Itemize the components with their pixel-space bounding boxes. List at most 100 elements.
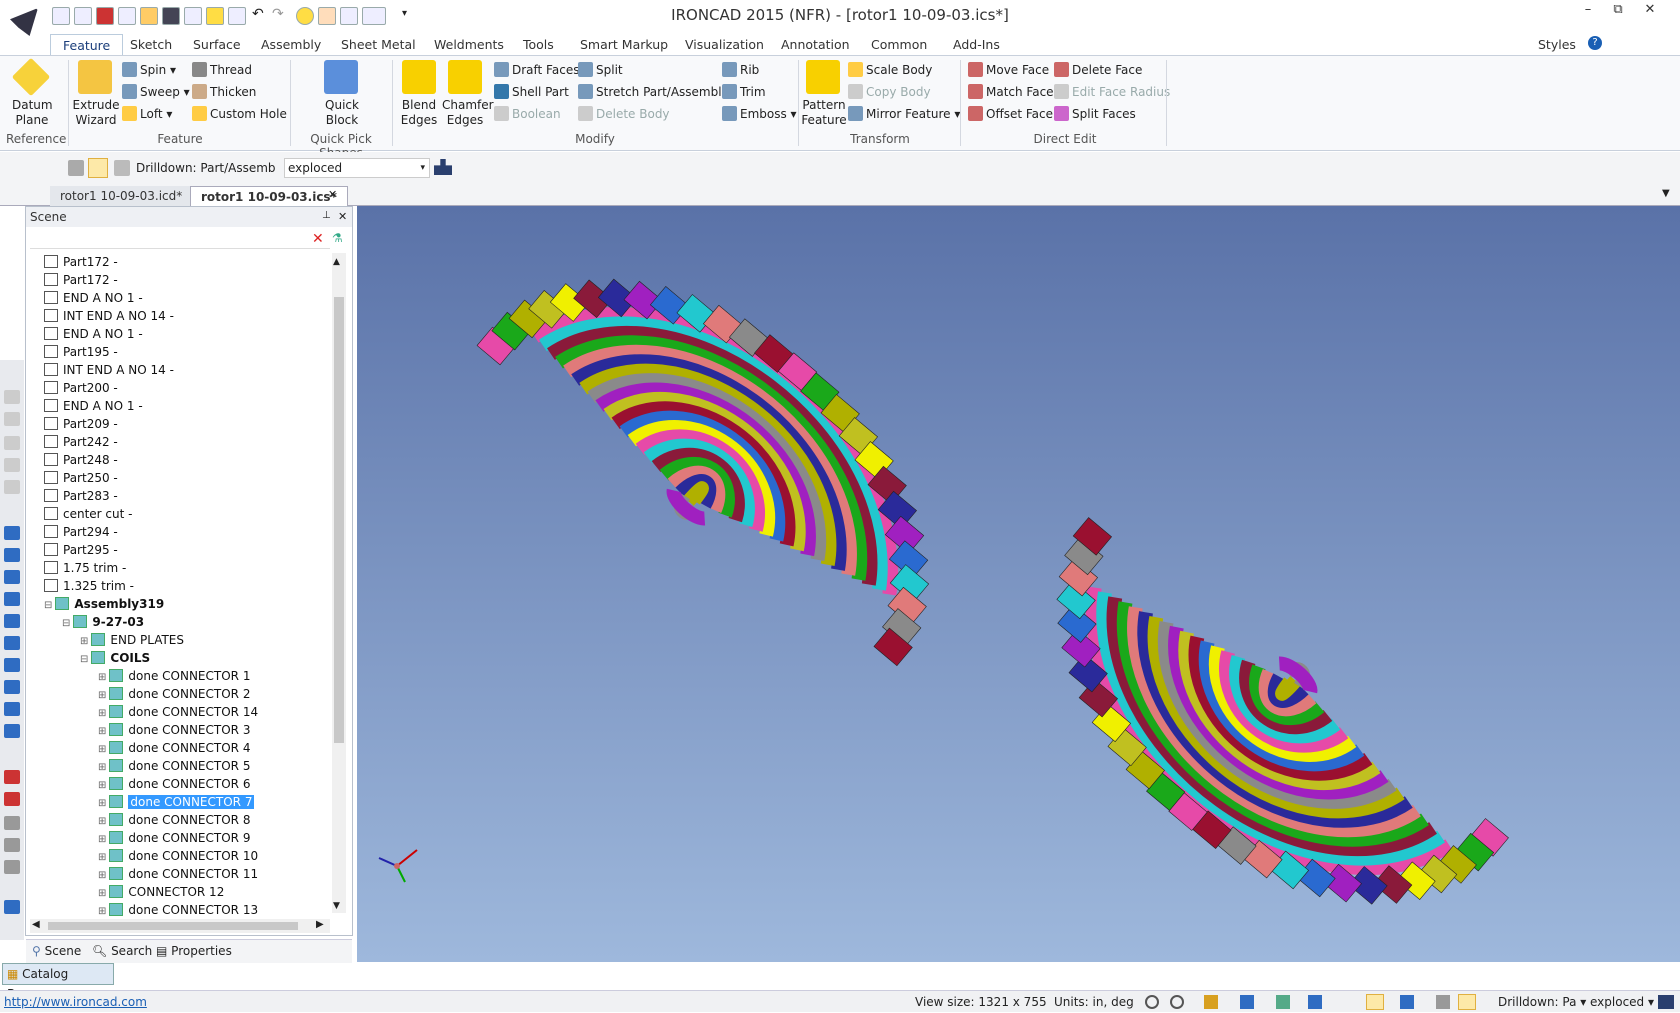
doc-tab-icd[interactable]: rotor1 10-09-03.icd*	[50, 186, 193, 206]
tree-item[interactable]: ⊞ done CONNECTOR 7	[98, 793, 255, 811]
boolean-button[interactable]: Boolean	[494, 106, 561, 122]
tool-icon[interactable]	[4, 480, 20, 494]
tool-icon[interactable]	[4, 458, 20, 472]
doc-tab-ics[interactable]: rotor1 10-09-03.ics*	[190, 186, 348, 206]
tree-hscrollbar[interactable]: ◀ ▶	[30, 919, 330, 933]
close-button[interactable]: ✕	[1636, 2, 1664, 20]
tree-item[interactable]: Part248 -	[44, 451, 118, 469]
pan-icon[interactable]	[68, 160, 84, 176]
expand-icon[interactable]: ⊞	[80, 636, 88, 647]
stretch-button[interactable]: Stretch Part/Assembly	[578, 84, 729, 100]
pan-icon[interactable]	[1436, 995, 1450, 1009]
rib-button[interactable]: Rib	[722, 62, 759, 78]
tree-item[interactable]: ⊞ done CONNECTOR 3	[98, 721, 250, 739]
tree-item[interactable]: ⊞ done CONNECTOR 9	[98, 829, 250, 847]
tree-item[interactable]: ⊞ done CONNECTOR 11	[98, 865, 258, 883]
scale-body-button[interactable]: Scale Body	[848, 62, 932, 78]
scroll-down-icon[interactable]: ▼	[333, 901, 340, 911]
render-icon[interactable]	[1308, 995, 1322, 1009]
shell-part-button[interactable]: Shell Part	[494, 84, 569, 100]
tree-item[interactable]: Part295 -	[44, 541, 118, 559]
select-arrow-icon[interactable]	[1458, 994, 1476, 1010]
view-icon[interactable]	[4, 526, 20, 540]
expand-icon[interactable]: ⊟	[44, 600, 52, 611]
blend-edges-button[interactable]: Blend Edges	[398, 98, 440, 128]
section-icon[interactable]	[1400, 995, 1414, 1009]
tree-item[interactable]: ⊞ done CONNECTOR 5	[98, 757, 250, 775]
tree-item[interactable]: INT END A NO 14 -	[44, 307, 174, 325]
view-icon[interactable]	[4, 592, 20, 606]
trim-button[interactable]: Trim	[722, 84, 766, 100]
tool-icon[interactable]	[4, 412, 20, 426]
view-icon[interactable]	[4, 724, 20, 738]
draft-faces-button[interactable]: Draft Faces	[494, 62, 579, 78]
tab-weldments[interactable]: Weldments	[434, 34, 504, 56]
expand-icon[interactable]: ⊞	[98, 726, 106, 737]
3d-viewport[interactable]	[357, 206, 1680, 962]
tab-scene[interactable]: ⚲ Scene	[32, 944, 81, 958]
chamfer-edges-button[interactable]: Chamfer Edges	[442, 98, 494, 128]
tab-sheet-metal[interactable]: Sheet Metal	[341, 34, 416, 56]
restore-button[interactable]: ⧉	[1604, 2, 1632, 20]
light-icon[interactable]	[4, 792, 20, 806]
expand-icon[interactable]: ⊞	[98, 906, 106, 917]
styles-menu[interactable]: Styles	[1538, 34, 1576, 56]
scene-search-input[interactable]	[30, 231, 330, 249]
help-icon[interactable]: ?	[1588, 36, 1602, 50]
view-icon[interactable]	[4, 570, 20, 584]
tab-smart-markup[interactable]: Smart Markup	[580, 34, 668, 56]
orbit-icon[interactable]	[1204, 995, 1218, 1009]
expand-icon[interactable]: ⊞	[98, 744, 106, 755]
tree-item[interactable]: Part283 -	[44, 487, 118, 505]
tree-item[interactable]: ⊞ done CONNECTOR 8	[98, 811, 250, 829]
status-view-state[interactable]: exploced ▾	[1590, 991, 1654, 1013]
zoom-window-icon[interactable]	[1170, 995, 1184, 1009]
tree-item[interactable]: ⊞ done CONNECTOR 14	[98, 703, 258, 721]
tab-properties[interactable]: ▤ Properties	[156, 944, 232, 958]
status-drilldown[interactable]: Drilldown: Pa ▾	[1498, 991, 1586, 1013]
tool-icon[interactable]	[4, 436, 20, 450]
close-panel-icon[interactable]: ✕	[338, 210, 347, 223]
tree-item[interactable]: ⊟ COILS	[80, 649, 150, 667]
expand-icon[interactable]: ⊞	[98, 780, 106, 791]
catalog-browser-button[interactable]: ▦ Catalog Browser	[2, 963, 114, 1001]
tree-item[interactable]: Part172 -	[44, 271, 118, 289]
tab-surface[interactable]: Surface	[193, 34, 241, 56]
tab-add-ins[interactable]: Add-Ins	[953, 34, 1000, 56]
measure-icon[interactable]	[4, 816, 20, 830]
tree-scrollbar[interactable]: ▲ ▼	[332, 253, 346, 913]
tab-common[interactable]: Common	[871, 34, 927, 56]
camera-icon[interactable]	[4, 770, 20, 784]
curve-icon[interactable]	[4, 900, 20, 914]
tab-search[interactable]: 🔍︎ Search	[92, 944, 152, 958]
tree-item[interactable]: Part250 -	[44, 469, 118, 487]
expand-icon[interactable]: ⊞	[98, 762, 106, 773]
tab-tools[interactable]: Tools	[523, 34, 554, 56]
hscroll-thumb[interactable]	[48, 922, 298, 930]
close-tab-icon[interactable]: ✕	[328, 188, 337, 201]
scroll-left-icon[interactable]: ◀	[32, 919, 40, 930]
tab-feature[interactable]: Feature	[50, 34, 124, 56]
tab-visualization[interactable]: Visualization	[685, 34, 764, 56]
expand-icon[interactable]: ⊞	[98, 888, 106, 899]
drilldown-select[interactable]: Drilldown: Part/Assemb ▾	[136, 158, 278, 195]
scroll-up-icon[interactable]: ▲	[333, 257, 340, 267]
expand-icon[interactable]: ⊟	[62, 618, 70, 629]
tree-item[interactable]: ⊞ done CONNECTOR 1	[98, 667, 250, 685]
tree-item[interactable]: ⊟ 9-27-03	[62, 613, 144, 631]
tree-item[interactable]: center cut -	[44, 505, 132, 523]
view-icon[interactable]	[4, 702, 20, 716]
tab-sketch[interactable]: Sketch	[130, 34, 172, 56]
tree-item[interactable]: INT END A NO 14 -	[44, 361, 174, 379]
expand-icon[interactable]: ⊞	[98, 816, 106, 827]
expand-icon[interactable]: ⊟	[80, 654, 88, 665]
delete-body-button[interactable]: Delete Body	[578, 106, 670, 122]
expand-icon[interactable]: ⊞	[98, 690, 106, 701]
edit-face-radius-button[interactable]: Edit Face Radius	[1054, 84, 1170, 100]
hierarchy-icon[interactable]	[1658, 995, 1674, 1009]
extrude-wizard-button[interactable]: Extrude Wizard	[72, 98, 120, 128]
scroll-right-icon[interactable]: ▶	[316, 919, 324, 930]
spin-button[interactable]: Spin ▾	[122, 62, 176, 78]
tree-item[interactable]: Part209 -	[44, 415, 118, 433]
tab-annotation[interactable]: Annotation	[781, 34, 850, 56]
